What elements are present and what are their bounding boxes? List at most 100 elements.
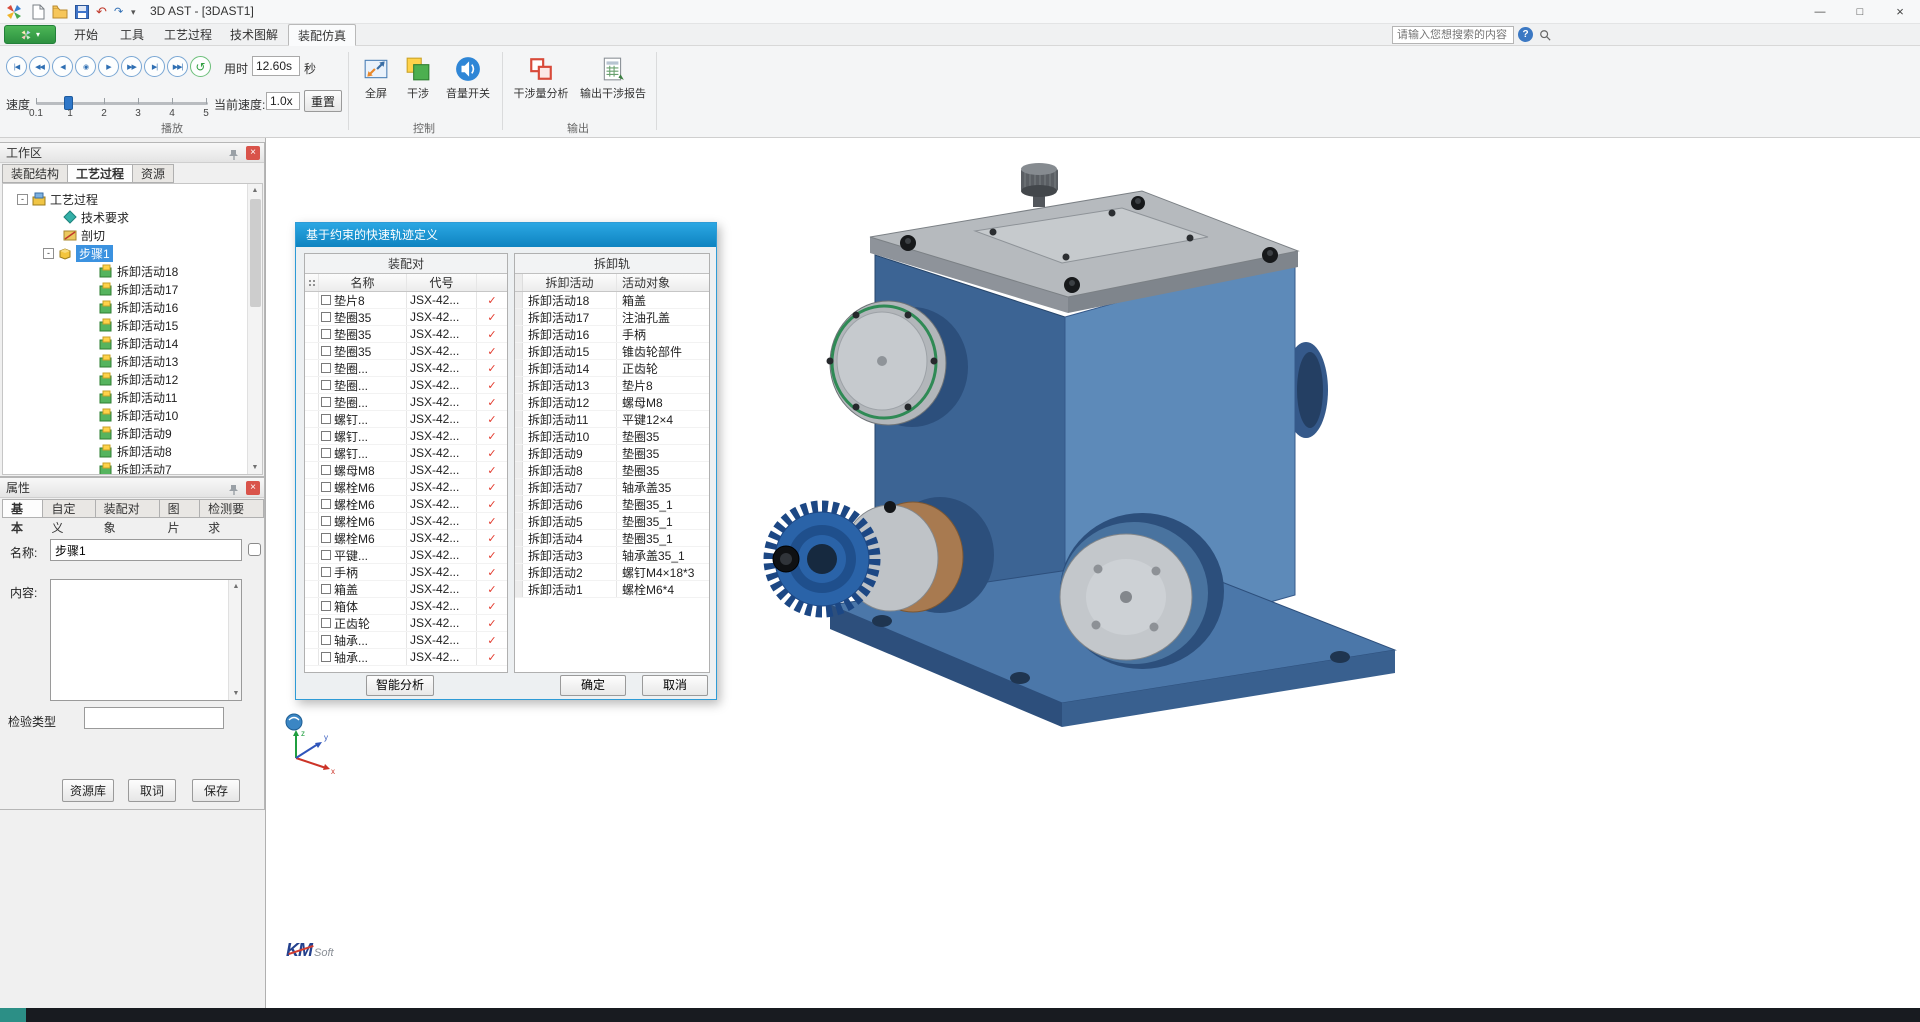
row-selector[interactable] xyxy=(515,564,523,580)
step-back-button[interactable]: ◀ xyxy=(52,56,73,77)
assembly-pair-row[interactable]: 箱盖 JSX-42... ✓ xyxy=(305,581,507,598)
fullscreen-button[interactable]: 全屏 xyxy=(356,56,396,101)
row-handle[interactable] xyxy=(305,377,319,393)
orientation-axes[interactable]: z x y xyxy=(282,712,342,776)
assembly-pair-row[interactable]: 轴承... JSX-42... ✓ xyxy=(305,632,507,649)
step-forward-button[interactable]: ▶| xyxy=(144,56,165,77)
name-option-toggle[interactable] xyxy=(248,543,261,556)
name-input[interactable] xyxy=(51,540,241,560)
row-handle[interactable] xyxy=(305,496,319,512)
row-handle[interactable] xyxy=(305,326,319,342)
tree-item-activity[interactable]: 拆卸活动9 xyxy=(99,424,172,442)
fast-rewind-button[interactable]: ◀◀ xyxy=(29,56,50,77)
reset-button[interactable]: 重置 xyxy=(304,90,342,112)
disassembly-row[interactable]: 拆卸活动2 螺钉M4×18*3 xyxy=(515,564,709,581)
row-handle[interactable] xyxy=(305,428,319,444)
row-selector[interactable] xyxy=(515,581,523,597)
row-checkbox[interactable] xyxy=(321,295,331,305)
disassembly-row[interactable]: 拆卸活动18 箱盖 xyxy=(515,292,709,309)
disassembly-row[interactable]: 拆卸活动13 垫片8 xyxy=(515,377,709,394)
pick-word-button[interactable]: 取词 xyxy=(128,779,176,802)
scroll-down-icon[interactable]: ▼ xyxy=(248,461,262,474)
disassembly-row[interactable]: 拆卸活动14 正齿轮 xyxy=(515,360,709,377)
assembly-pair-row[interactable]: 垫圈35 JSX-42... ✓ xyxy=(305,343,507,360)
assembly-pair-row[interactable]: 平键... JSX-42... ✓ xyxy=(305,547,507,564)
row-checkbox[interactable] xyxy=(321,499,331,509)
tab-inspection[interactable]: 检测要求 xyxy=(200,499,264,535)
tree-item-section-cut[interactable]: 剖切 xyxy=(63,226,105,244)
disassembly-row[interactable]: 拆卸活动7 轴承盖35 xyxy=(515,479,709,496)
assembly-pair-row[interactable]: 螺钉... JSX-42... ✓ xyxy=(305,445,507,462)
stop-button[interactable]: ◉ xyxy=(75,56,96,77)
assembly-pair-row[interactable]: 轴承... JSX-42... ✓ xyxy=(305,649,507,666)
row-checkbox[interactable] xyxy=(321,397,331,407)
tree-item-tech-requirements[interactable]: 技术要求 xyxy=(63,208,129,226)
properties-close-icon[interactable]: × xyxy=(246,481,260,495)
row-handle[interactable] xyxy=(305,411,319,427)
row-checkbox[interactable] xyxy=(321,346,331,356)
tab-process[interactable]: 工艺过程 xyxy=(156,24,220,46)
row-checkbox[interactable] xyxy=(321,414,331,424)
tree-item-activity[interactable]: 拆卸活动17 xyxy=(99,280,178,298)
new-document-icon[interactable] xyxy=(30,4,46,20)
row-handle[interactable] xyxy=(305,360,319,376)
tree-item-activity[interactable]: 拆卸活动8 xyxy=(99,442,172,460)
disassembly-row[interactable]: 拆卸活动17 注油孔盖 xyxy=(515,309,709,326)
assembly-pair-row[interactable]: 箱体 JSX-42... ✓ xyxy=(305,598,507,615)
row-checkbox[interactable] xyxy=(321,533,331,543)
replay-button[interactable]: ↺ xyxy=(190,56,211,77)
open-folder-icon[interactable] xyxy=(52,4,68,20)
tree-item-activity[interactable]: 拆卸活动10 xyxy=(99,406,178,424)
qat-caret-icon[interactable]: ▾ xyxy=(131,3,136,21)
row-handle[interactable] xyxy=(305,530,319,546)
row-selector[interactable] xyxy=(515,462,523,478)
row-handle[interactable] xyxy=(305,513,319,529)
row-selector[interactable] xyxy=(515,377,523,393)
row-handle[interactable] xyxy=(305,479,319,495)
disassembly-row[interactable]: 拆卸活动8 垫圈35 xyxy=(515,462,709,479)
row-checkbox[interactable] xyxy=(321,380,331,390)
row-handle[interactable] xyxy=(305,394,319,410)
tab-tech-illustration[interactable]: 技术图解 xyxy=(222,24,286,46)
tab-assembly-simulation[interactable]: 装配仿真 xyxy=(288,24,356,46)
disassembly-row[interactable]: 拆卸活动6 垫圈35_1 xyxy=(515,496,709,513)
save-icon[interactable] xyxy=(74,4,90,20)
assembly-pair-row[interactable]: 螺母M8 JSX-42... ✓ xyxy=(305,462,507,479)
tab-assembly-object[interactable]: 装配对象 xyxy=(95,499,160,535)
pin-icon[interactable] xyxy=(228,147,240,160)
row-checkbox[interactable] xyxy=(321,567,331,577)
assembly-pair-row[interactable]: 垫圈35 JSX-42... ✓ xyxy=(305,309,507,326)
row-checkbox[interactable] xyxy=(321,550,331,560)
assembly-pair-row[interactable]: 垫圈... JSX-42... ✓ xyxy=(305,377,507,394)
redo-icon[interactable]: ↷ xyxy=(114,3,123,21)
app-menu-button[interactable]: ▾ xyxy=(4,25,56,44)
tab-resources[interactable]: 资源 xyxy=(133,164,175,183)
interference-report-button[interactable]: 输出干涉报告 xyxy=(576,56,650,101)
disassembly-row[interactable]: 拆卸活动1 螺栓M6*4 xyxy=(515,581,709,598)
assembly-pair-row[interactable]: 垫圈35 JSX-42... ✓ xyxy=(305,326,507,343)
row-selector[interactable] xyxy=(515,445,523,461)
scroll-down-icon[interactable]: ▼ xyxy=(229,687,243,700)
disassembly-row[interactable]: 拆卸活动4 垫圈35_1 xyxy=(515,530,709,547)
tab-process-flow[interactable]: 工艺过程 xyxy=(68,164,134,183)
row-selector[interactable] xyxy=(515,326,523,342)
row-selector[interactable] xyxy=(515,530,523,546)
row-selector[interactable] xyxy=(515,309,523,325)
row-checkbox[interactable] xyxy=(321,312,331,322)
tab-tools[interactable]: 工具 xyxy=(110,24,154,46)
row-checkbox[interactable] xyxy=(321,618,331,628)
row-handle[interactable] xyxy=(305,581,319,597)
assembly-pair-row[interactable]: 螺栓M6 JSX-42... ✓ xyxy=(305,479,507,496)
assembly-pair-row[interactable]: 垫片8 JSX-42... ✓ xyxy=(305,292,507,309)
row-checkbox[interactable] xyxy=(321,601,331,611)
disassembly-row[interactable]: 拆卸活动11 平键12×4 xyxy=(515,411,709,428)
row-selector[interactable] xyxy=(515,360,523,376)
check-type-input[interactable] xyxy=(85,708,223,728)
volume-toggle-button[interactable]: 音量开关 xyxy=(440,56,496,101)
interference-analysis-button[interactable]: 干涉量分析 xyxy=(510,56,572,101)
row-selector[interactable] xyxy=(515,411,523,427)
tab-basic[interactable]: 基本 xyxy=(2,499,44,535)
assembly-pair-row[interactable]: 垫圈... JSX-42... ✓ xyxy=(305,394,507,411)
tree-item-activity[interactable]: 拆卸活动13 xyxy=(99,352,178,370)
tree-item-root[interactable]: - 工艺过程 xyxy=(17,190,98,208)
